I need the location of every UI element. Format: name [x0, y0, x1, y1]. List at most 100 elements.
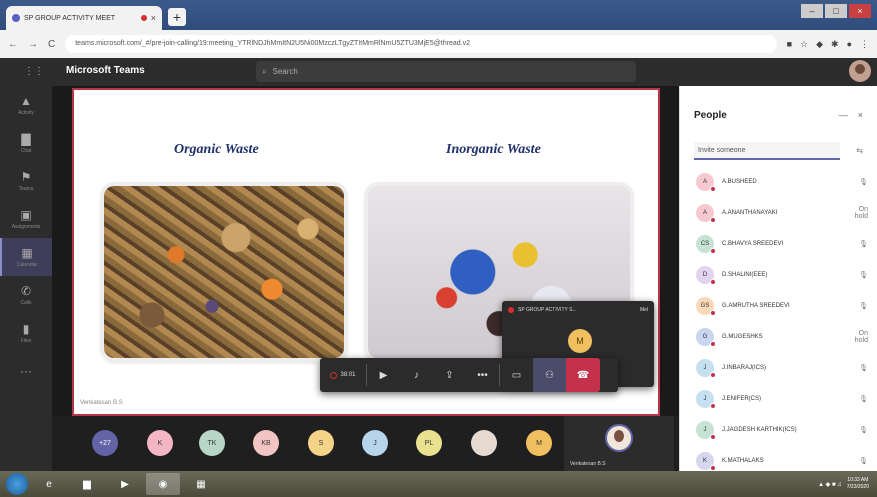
microphone-muted-icon: 🎙 — [859, 364, 868, 372]
app-launcher-icon[interactable]: ⋮⋮ — [24, 66, 44, 78]
status-indicator-icon — [710, 433, 716, 440]
search-icon: ⌕ — [262, 66, 267, 76]
participant-mic-status: 🎙 — [848, 178, 874, 186]
star-icon[interactable]: ☆ — [800, 39, 808, 50]
self-video-tile[interactable]: Venkatesan B.S — [564, 416, 674, 471]
participant-initials: J — [703, 395, 707, 402]
browser-tab[interactable]: SP GROUP ACTIVITY MEET × — [6, 6, 162, 30]
mic-toggle-button[interactable]: ♪ — [400, 358, 433, 392]
panel-controls: — × — [839, 110, 863, 120]
clock[interactable]: 10:33 AM 7/23/2020 — [847, 477, 869, 491]
rail-item-calls[interactable]: ✆ Calls — [0, 276, 52, 314]
rail-label: Assignments — [11, 224, 41, 230]
minimize-panel-icon[interactable]: — — [839, 110, 848, 120]
maximize-button[interactable]: □ — [825, 4, 847, 18]
participant-row[interactable]: J J.INBARAJ(ICS) 🎙 — [690, 352, 874, 383]
participant-photo[interactable] — [471, 430, 497, 456]
invite-input[interactable]: Invite someone — [694, 142, 840, 160]
participant-avatar[interactable]: S — [308, 430, 334, 456]
call-controls: 38:01 ▶ ♪ ⇪ ••• ▭ ⚇ ☎ — [320, 358, 618, 392]
participant-avatar: G — [696, 327, 716, 347]
chat-button[interactable]: ▭ — [500, 358, 533, 392]
status-indicator-icon — [710, 340, 716, 347]
participant-initials: +27 — [99, 439, 111, 447]
search-input[interactable]: ⌕ Search — [256, 61, 636, 82]
reload-button[interactable]: C — [48, 39, 55, 50]
rail-item-calendar[interactable]: ▦ Calendar — [0, 238, 52, 276]
menu-icon[interactable]: ⋮ — [860, 39, 869, 50]
teams-taskbar-icon[interactable]: ▦ — [184, 473, 218, 495]
participant-row[interactable]: D D.SHALINI(EEE) 🎙 — [690, 259, 874, 290]
participant-initials: M — [536, 439, 542, 447]
participant-overflow[interactable]: +27 — [92, 430, 118, 456]
participant-row[interactable]: G G.MUGESHKS On hold — [690, 321, 874, 352]
participant-initials: A — [702, 178, 707, 185]
forward-button[interactable]: → — [28, 39, 38, 50]
chrome-icon[interactable]: ◉ — [146, 473, 180, 495]
more-apps-icon: ··· — [20, 364, 32, 378]
puzzle-icon[interactable]: ✱ — [831, 39, 839, 50]
participants-button[interactable]: ⚇ — [533, 358, 566, 392]
participant-avatar[interactable]: M — [526, 430, 552, 456]
minimize-button[interactable]: – — [801, 4, 823, 18]
close-window-button[interactable]: × — [849, 4, 871, 18]
share-invite-icon[interactable]: ⇆ — [856, 146, 863, 155]
participant-mic-status: 🎙 — [848, 395, 874, 403]
explorer-icon[interactable]: ▆ — [70, 473, 104, 495]
share-screen-button[interactable]: ⇪ — [433, 358, 466, 392]
close-tab-icon[interactable]: × — [151, 13, 156, 23]
participant-avatar[interactable]: J — [362, 430, 388, 456]
microphone-muted-icon: 🎙 — [859, 395, 868, 403]
rail-item-teams[interactable]: ⚑ Teams — [0, 162, 52, 200]
rail-label: Activity — [18, 110, 34, 116]
browser-tab-title: SP GROUP ACTIVITY MEET — [24, 14, 116, 22]
participant-row[interactable]: A A.BUSHEED 🎙 — [690, 166, 874, 197]
participant-initials: G — [702, 333, 708, 340]
tray-icons[interactable]: ▲ ◆ ■ ♫ — [818, 481, 842, 488]
rail-item-more-apps[interactable]: ··· — [0, 352, 52, 390]
teams-icon: ⚑ — [20, 170, 32, 184]
camera-icon[interactable]: ■ — [787, 39, 792, 50]
more-actions-button[interactable]: ••• — [466, 358, 499, 392]
status-indicator-icon — [710, 402, 716, 409]
participant-avatar[interactable]: PL — [416, 430, 442, 456]
participant-status-text: On hold — [854, 329, 868, 344]
new-tab-button[interactable]: + — [168, 8, 186, 26]
participant-avatar: A — [696, 172, 716, 192]
participant-avatar[interactable]: KB — [253, 430, 279, 456]
self-name: Venkatesan B.S — [570, 461, 606, 467]
participant-avatar[interactable]: K — [147, 430, 173, 456]
participant-row[interactable]: A A.ANANTHANAYAKI On hold — [690, 197, 874, 228]
participant-initials: S — [318, 439, 324, 447]
close-panel-icon[interactable]: × — [858, 110, 863, 120]
chat-icon: ▭ — [511, 369, 522, 381]
call-duration: 38:01 — [340, 372, 356, 378]
hang-up-button[interactable]: ☎ — [566, 358, 600, 392]
rail-item-chat[interactable]: ▇ Chat — [0, 124, 52, 162]
user-avatar[interactable] — [849, 60, 871, 82]
participant-name: A.ANANTHANAYAKI — [722, 209, 778, 216]
profile-icon[interactable]: ● — [847, 39, 852, 50]
participant-row[interactable]: GS G.AMRUTHA SREEDEVI 🎙 — [690, 290, 874, 321]
participant-row[interactable]: J J.ENIFER(CS) 🎙 — [690, 383, 874, 414]
back-button[interactable]: ← — [8, 39, 18, 50]
rail-item-activity[interactable]: ▲ Activity — [0, 86, 52, 124]
participant-avatar: A — [696, 203, 716, 223]
rail-item-assignments[interactable]: ▣ Assignments — [0, 200, 52, 238]
start-button[interactable] — [6, 473, 28, 495]
participant-row[interactable]: CS C.BHAVYA SREEDEVI 🎙 — [690, 228, 874, 259]
participant-name: J.ENIFER(CS) — [722, 395, 761, 402]
participant-initials: A — [702, 209, 707, 216]
ie-icon[interactable]: e — [32, 473, 66, 495]
extension-icon[interactable]: ◆ — [816, 39, 823, 50]
media-player-icon[interactable]: ▶ — [108, 473, 142, 495]
participant-row[interactable]: J J.JAGDESH KARTHIK(ICS) 🎙 — [690, 414, 874, 445]
participant-avatar[interactable]: TK — [199, 430, 225, 456]
status-indicator-icon — [710, 464, 716, 471]
status-indicator-icon — [710, 278, 716, 285]
camera-toggle-button[interactable]: ▶ — [367, 358, 400, 392]
rail-item-files[interactable]: ▮ Files — [0, 314, 52, 352]
clock-date: 7/23/2020 — [846, 484, 869, 490]
recording-indicator-icon — [140, 15, 147, 21]
url-field[interactable]: teams.microsoft.com/_#/pre-join-calling/… — [65, 35, 777, 53]
